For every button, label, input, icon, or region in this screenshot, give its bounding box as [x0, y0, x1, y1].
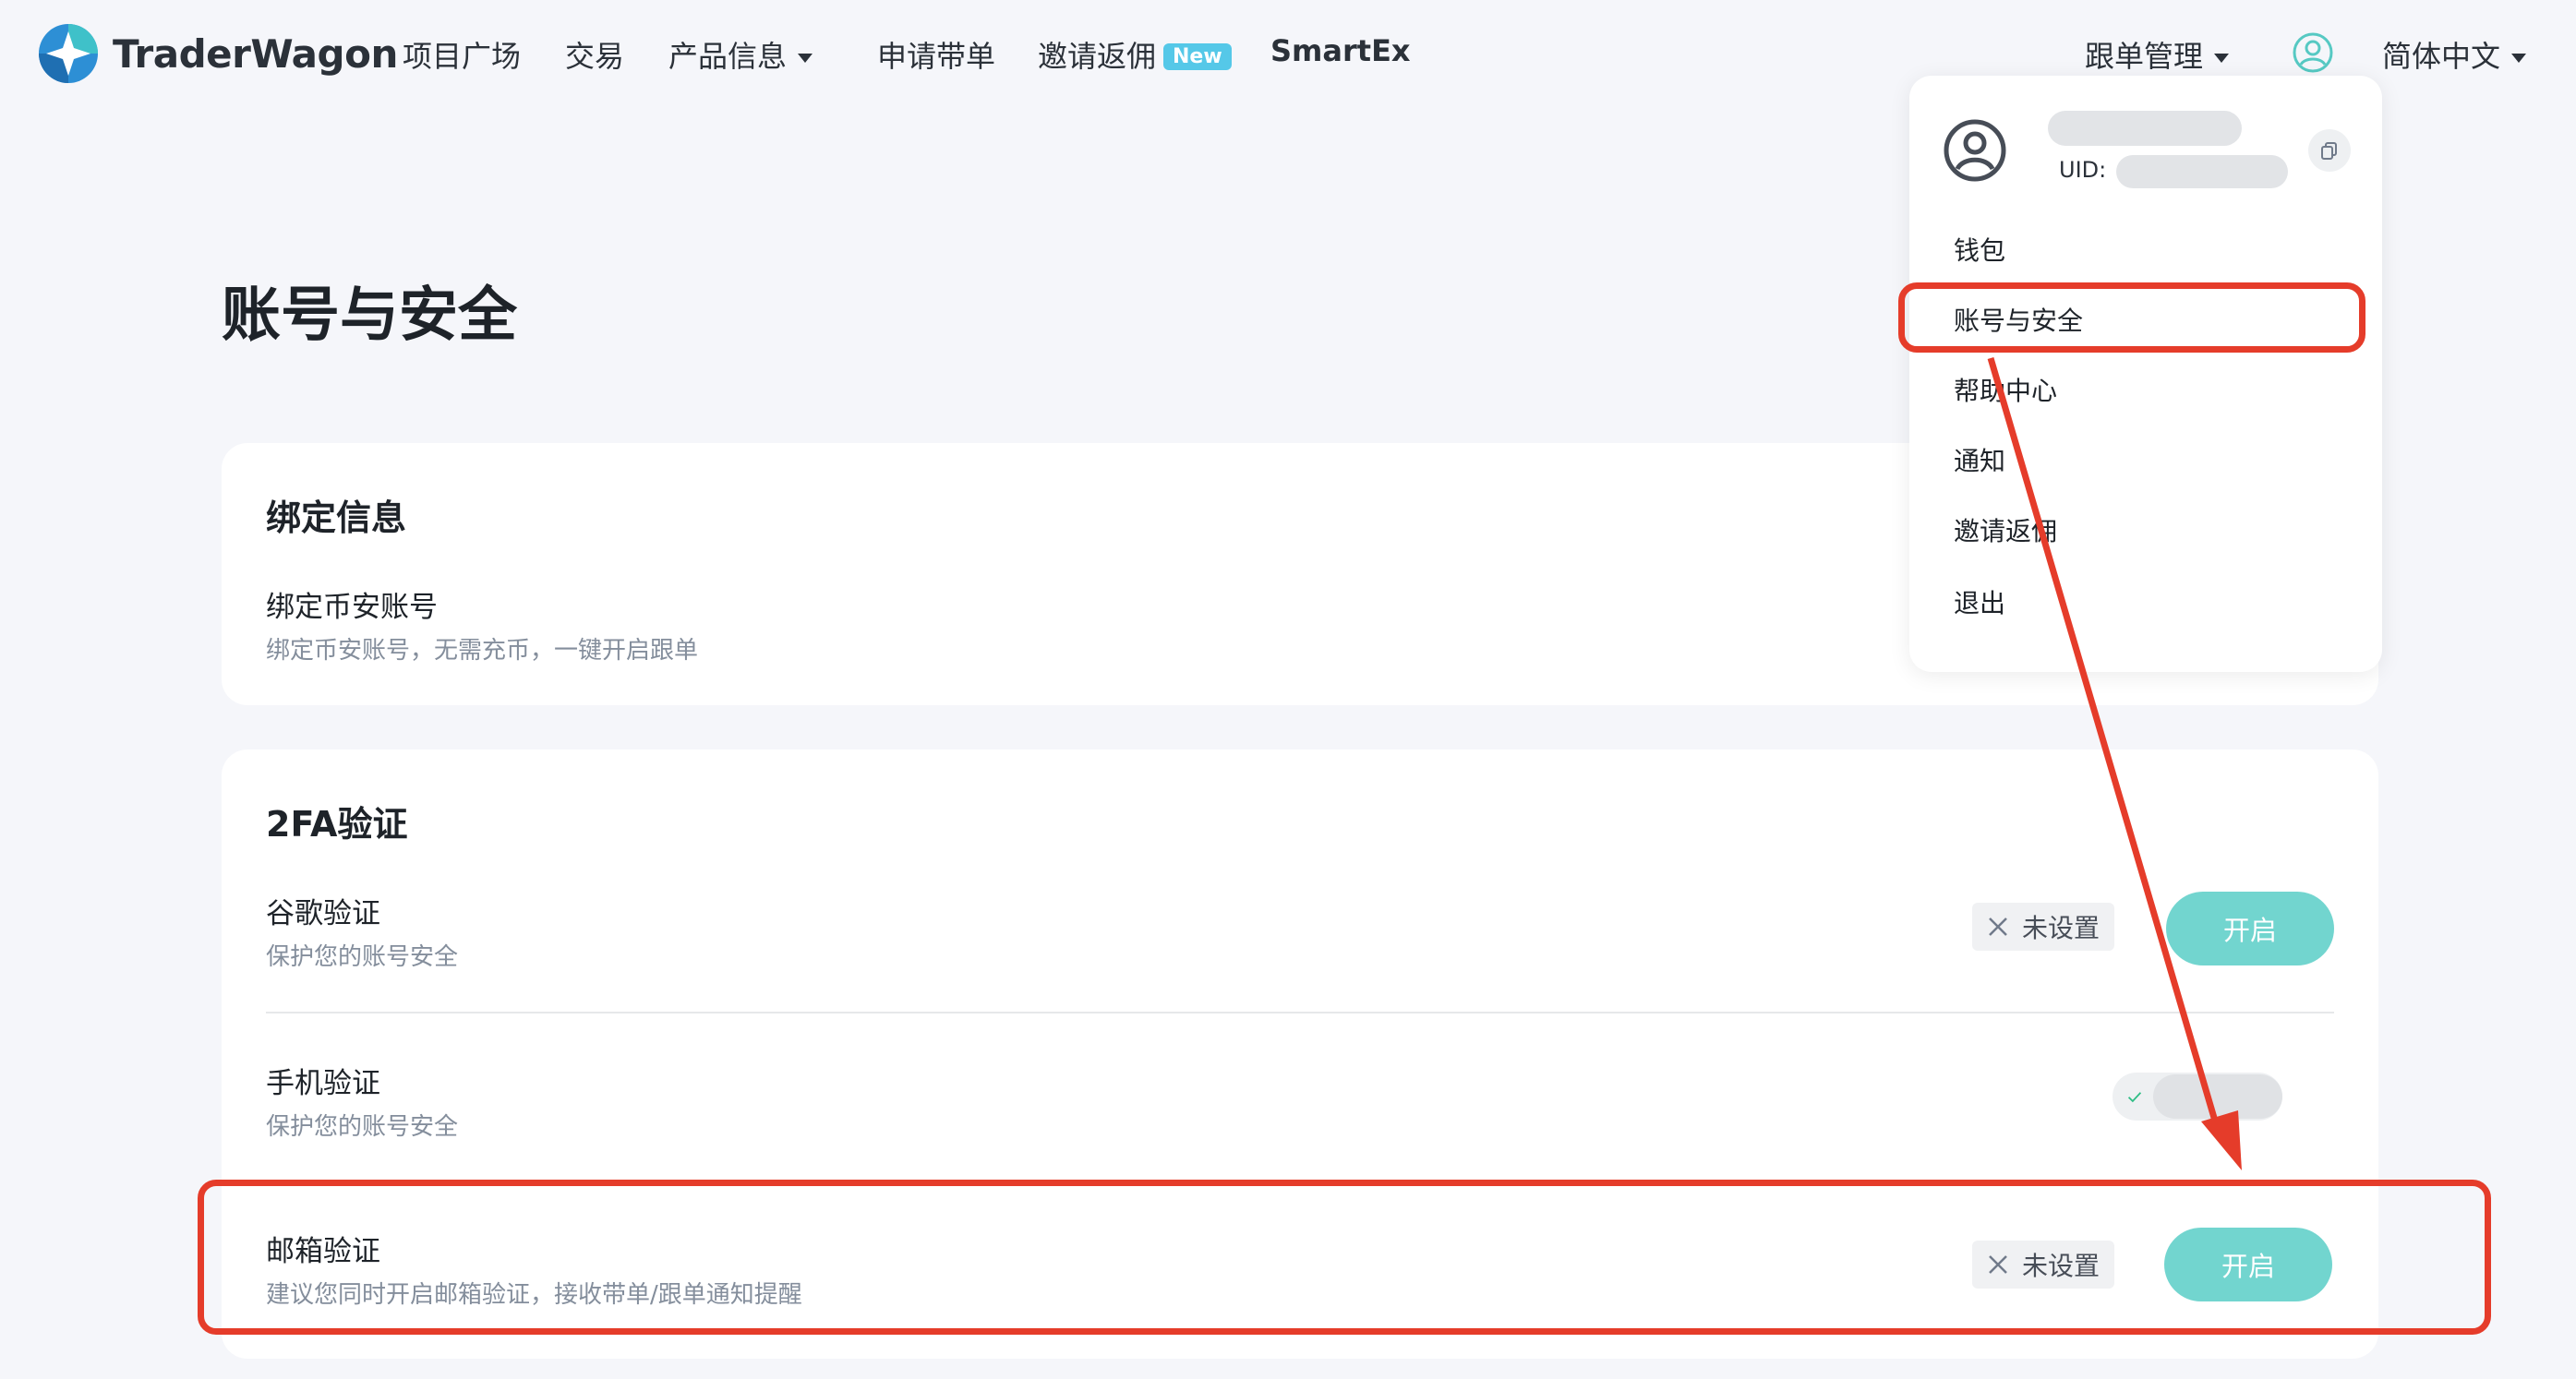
copy-icon — [2321, 142, 2337, 160]
nav-project-square[interactable]: 项目广场 — [403, 33, 521, 76]
menu-item-help-center[interactable]: 帮助中心 — [1954, 371, 2057, 408]
close-icon — [1989, 917, 2007, 936]
google-auth-label: 谷歌验证 — [266, 897, 380, 930]
menu-item-wallet[interactable]: 钱包 — [1954, 231, 2005, 268]
user-dropdown-menu: UID: 钱包 账号与安全 帮助中心 通知 邀请返佣 退出 — [1909, 76, 2382, 672]
highlight-box-account-security — [1898, 282, 2365, 353]
phone-auth-desc: 保护您的账号安全 — [266, 1113, 459, 1141]
copy-uid-button[interactable] — [2308, 129, 2351, 172]
phone-auth-label: 手机验证 — [266, 1067, 380, 1100]
nav-product-info-label: 产品信息 — [668, 39, 788, 74]
avatar-icon — [1944, 119, 2006, 182]
highlight-box-email-verification — [198, 1180, 2491, 1335]
nav-apply-lead[interactable]: 申请带单 — [877, 33, 995, 76]
check-icon — [2127, 1092, 2142, 1103]
binding-info-title: 绑定信息 — [266, 498, 407, 538]
user-account-icon[interactable] — [2292, 31, 2334, 74]
menu-item-notifications[interactable]: 通知 — [1954, 441, 2005, 478]
google-auth-status-badge: 未设置 — [1972, 903, 2115, 951]
google-auth-desc: 保护您的账号安全 — [266, 943, 459, 971]
nav-smartex[interactable]: SmartEx — [1270, 33, 1411, 68]
redacted-uid — [2116, 155, 2288, 188]
google-auth-status-text: 未设置 — [2022, 913, 2101, 943]
chevron-down-icon — [798, 54, 813, 63]
chevron-down-icon — [2214, 54, 2230, 63]
uid-label: UID: — [2059, 157, 2107, 183]
nav-referral[interactable]: 邀请返佣 New — [1038, 33, 1232, 76]
twofa-title: 2FA验证 — [266, 804, 408, 845]
google-auth-enable-button[interactable]: 开启 — [2166, 892, 2334, 965]
new-badge: New — [1163, 43, 1232, 70]
page-title: 账号与安全 — [222, 282, 517, 350]
language-selector[interactable]: 简体中文 — [2382, 33, 2527, 76]
nav-copy-management[interactable]: 跟单管理 — [2085, 33, 2230, 76]
redacted-username — [2048, 111, 2242, 146]
menu-item-referral[interactable]: 邀请返佣 — [1954, 511, 2057, 548]
bind-binance-desc: 绑定币安账号，无需充币，一键开启跟单 — [266, 637, 699, 665]
divider — [266, 1012, 2334, 1013]
menu-item-logout[interactable]: 退出 — [1954, 583, 2005, 620]
brand-logo[interactable]: TraderWagon — [37, 22, 398, 85]
chevron-down-icon — [2511, 54, 2527, 63]
redacted-phone — [2153, 1074, 2282, 1119]
nav-copy-management-label: 跟单管理 — [2085, 39, 2204, 74]
brand-name: TraderWagon — [113, 30, 398, 77]
nav-product-info[interactable]: 产品信息 — [668, 33, 813, 76]
nav-referral-label: 邀请返佣 — [1038, 39, 1157, 74]
phone-auth-status-badge — [2113, 1073, 2282, 1121]
language-label: 简体中文 — [2382, 39, 2501, 74]
nav-trade[interactable]: 交易 — [565, 33, 624, 76]
bind-binance-label: 绑定币安账号 — [266, 591, 438, 624]
traderwagon-logo-icon — [39, 24, 98, 83]
